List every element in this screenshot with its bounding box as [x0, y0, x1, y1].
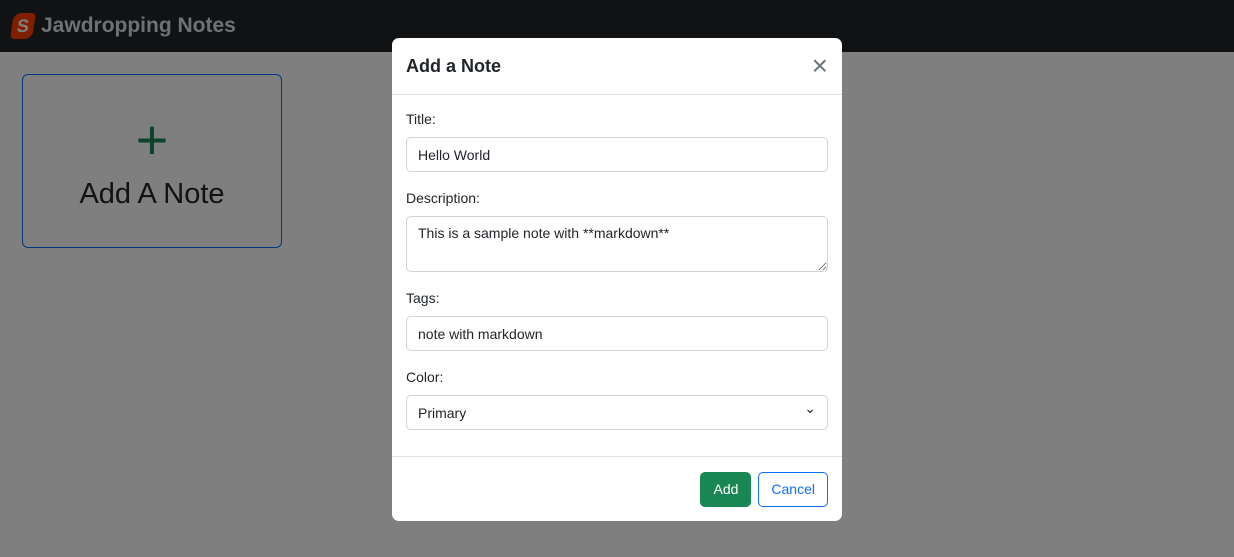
add-note-modal: Add a Note × Title: Description: This is …: [392, 38, 842, 521]
description-label: Description:: [406, 190, 480, 206]
title-label: Title:: [406, 111, 436, 127]
close-icon[interactable]: ×: [812, 50, 828, 82]
title-input[interactable]: [406, 137, 828, 172]
cancel-button[interactable]: Cancel: [758, 471, 828, 507]
chevron-down-icon: ⌄: [804, 400, 816, 416]
tags-label: Tags:: [406, 290, 440, 306]
add-button[interactable]: Add: [700, 471, 752, 507]
color-select[interactable]: Primary ⌄: [406, 395, 828, 430]
color-label: Color:: [406, 369, 444, 385]
modal-title: Add a Note: [406, 55, 502, 76]
description-textarea[interactable]: This is a sample note with **markdown**: [406, 216, 828, 272]
tags-input[interactable]: [406, 316, 828, 351]
color-selected: Primary: [418, 404, 467, 421]
